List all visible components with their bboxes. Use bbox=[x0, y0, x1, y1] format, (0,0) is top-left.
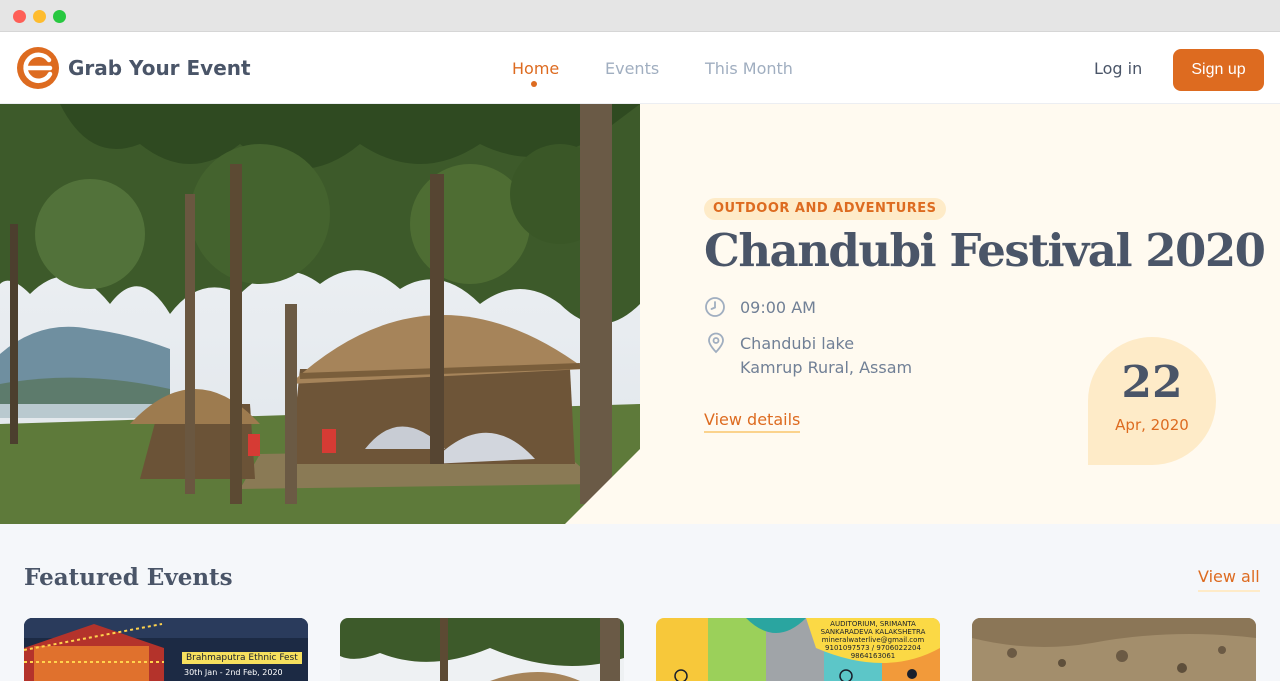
card-poster-label: Brahmaputra Ethnic Fest bbox=[182, 652, 302, 664]
hero-event-title[interactable]: Chandubi Festival 2020 bbox=[704, 224, 1266, 277]
hero-image bbox=[0, 104, 640, 524]
featured-event-card[interactable] bbox=[340, 618, 624, 681]
hero-section: OUTDOOR AND ADVENTURES Chandubi Festival… bbox=[0, 104, 1280, 524]
event-date-day: 22 bbox=[1121, 357, 1183, 408]
map-pin-icon bbox=[708, 332, 724, 354]
brand-name[interactable]: Grab Your Event bbox=[68, 56, 251, 80]
close-window-button[interactable] bbox=[13, 10, 26, 23]
active-nav-indicator bbox=[531, 81, 537, 87]
event-venue: Chandubi lake bbox=[740, 334, 855, 353]
event-category-badge[interactable]: OUTDOOR AND ADVENTURES bbox=[704, 198, 946, 220]
featured-event-card[interactable] bbox=[972, 618, 1256, 681]
featured-event-card[interactable]: AUDITORIUM, SRIMANTA SANKARADEVA KALAKSH… bbox=[656, 618, 940, 681]
window-titlebar bbox=[0, 0, 1280, 32]
featured-events-heading: Featured Events bbox=[24, 564, 233, 591]
login-link[interactable]: Log in bbox=[1094, 59, 1142, 78]
nav-home-link[interactable]: Home bbox=[512, 59, 559, 78]
card-poster-text: AUDITORIUM, SRIMANTA SANKARADEVA KALAKSH… bbox=[820, 620, 926, 660]
top-navbar: Grab Your Event Home Events This Month L… bbox=[0, 32, 1280, 104]
signup-button[interactable]: Sign up bbox=[1173, 49, 1264, 91]
maximize-window-button[interactable] bbox=[53, 10, 66, 23]
minimize-window-button[interactable] bbox=[33, 10, 46, 23]
card-poster-dates: 30th Jan - 2nd Feb, 2020 bbox=[184, 668, 283, 677]
brand-logo-icon[interactable] bbox=[16, 46, 60, 90]
view-all-link[interactable]: View all bbox=[1198, 567, 1260, 592]
event-date-badge: 22 Apr, 2020 bbox=[1088, 337, 1216, 465]
nav-events-link[interactable]: Events bbox=[605, 59, 659, 78]
clock-icon bbox=[705, 297, 725, 317]
event-date-month: Apr, 2020 bbox=[1115, 416, 1189, 434]
event-venue-region: Kamrup Rural, Assam bbox=[740, 358, 913, 377]
event-time: 09:00 AM bbox=[740, 298, 816, 317]
featured-event-card[interactable]: Brahmaputra Ethnic Fest 30th Jan - 2nd F… bbox=[24, 618, 308, 681]
view-details-link[interactable]: View details bbox=[704, 410, 801, 433]
nav-this-month-link[interactable]: This Month bbox=[705, 59, 793, 78]
